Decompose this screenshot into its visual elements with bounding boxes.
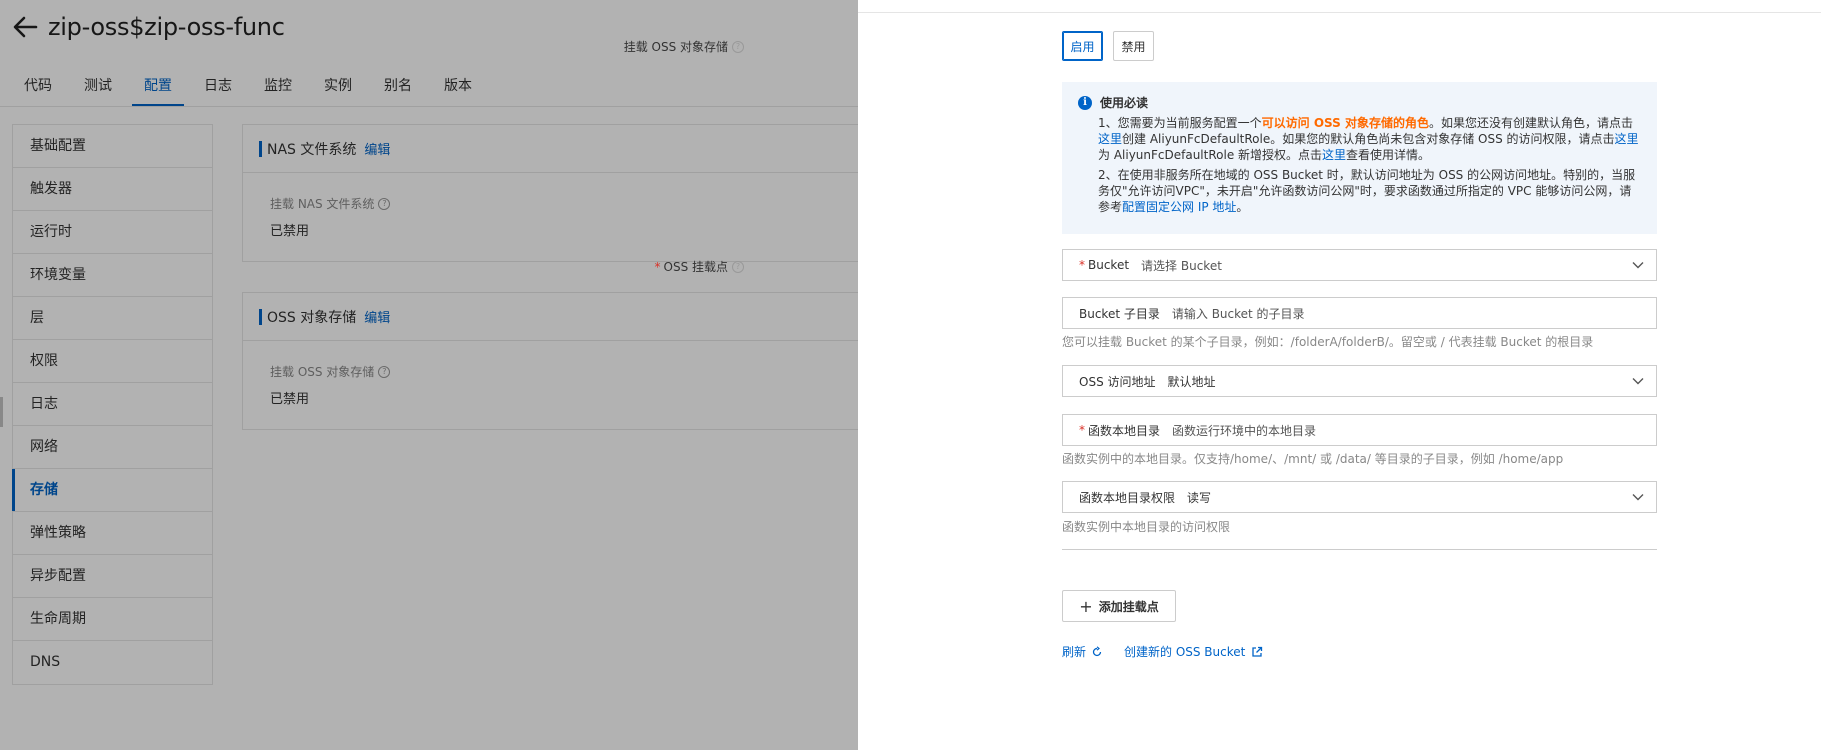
bucket-label: Bucket xyxy=(1088,258,1130,272)
modal-overlay[interactable] xyxy=(0,0,858,750)
info-icon: i xyxy=(1078,95,1092,110)
notice-paragraph-2: 2、在使用非服务所在地域的 OSS Bucket 时，默认访问地址为 OSS 的… xyxy=(1098,167,1641,215)
permission-label: 函数本地目录权限 xyxy=(1079,490,1176,505)
notice-text: 创建 AliyunFcDefaultRole。如果您的默认角色尚未包含对象存储 … xyxy=(1122,132,1615,146)
local-dir-input[interactable]: * 函数本地目录 函数运行环境中的本地目录 xyxy=(1062,414,1657,446)
mount-point-divider xyxy=(1062,549,1657,550)
bucket-subdir-input[interactable]: Bucket 子目录 请输入 Bucket 的子目录 xyxy=(1062,297,1657,329)
mount-oss-label: 挂载 OSS 对象存储 ? xyxy=(624,38,744,55)
mount-point-label: * OSS 挂载点 ? xyxy=(654,258,744,275)
notice-text: 。 xyxy=(1236,200,1249,214)
endpoint-value: 默认地址 xyxy=(1167,374,1216,389)
mount-oss-label-text: 挂载 OSS 对象存储 xyxy=(623,40,728,54)
create-bucket-label: 创建新的 OSS Bucket xyxy=(1124,645,1246,659)
fixed-ip-link[interactable]: 配置固定公网 IP 地址 xyxy=(1122,200,1236,214)
disable-button[interactable]: 禁用 xyxy=(1113,31,1154,61)
refresh-link[interactable]: 刷新 xyxy=(1062,643,1103,660)
bucket-placeholder: 请选择 Bucket xyxy=(1141,258,1222,273)
create-role-link[interactable]: 这里 xyxy=(1098,132,1122,146)
subdir-placeholder: 请输入 Bucket 的子目录 xyxy=(1171,306,1305,321)
refresh-label: 刷新 xyxy=(1062,645,1087,659)
help-icon[interactable]: ? xyxy=(732,260,744,273)
required-asterisk: * xyxy=(654,259,661,274)
notice-header: i 使用必读 xyxy=(1078,94,1641,111)
permission-hint: 函数实例中本地目录的访问权限 xyxy=(1062,520,1231,534)
oss-endpoint-select[interactable]: OSS 访问地址 默认地址 xyxy=(1062,365,1657,397)
plus-icon: + xyxy=(1079,596,1093,616)
function-config-page: zip-oss$zip-oss-func 代码 测试 配置 日志 监控 实例 别… xyxy=(0,0,858,750)
bucket-select[interactable]: * Bucket 请选择 Bucket xyxy=(1062,249,1657,281)
notice-highlight: 可以访问 OSS 对象存储的角色 xyxy=(1261,116,1429,130)
external-link-icon xyxy=(1252,646,1263,657)
chevron-down-icon xyxy=(1632,378,1644,385)
chevron-down-icon xyxy=(1632,262,1644,269)
notice-text: 查看使用详情。 xyxy=(1346,148,1431,162)
help-icon[interactable]: ? xyxy=(732,40,744,53)
grant-auth-link[interactable]: 这里 xyxy=(1615,132,1639,146)
permission-select[interactable]: 函数本地目录权限 读写 xyxy=(1062,481,1657,513)
notice-text: 为 AliyunFcDefaultRole 新增授权。点击 xyxy=(1098,148,1323,162)
required-asterisk: * xyxy=(1079,258,1085,272)
notice-text: 1、您需要为当前服务配置一个 xyxy=(1098,116,1262,130)
local-dir-placeholder: 函数运行环境中的本地目录 xyxy=(1172,423,1317,438)
permission-value: 读写 xyxy=(1187,490,1212,505)
enable-button[interactable]: 启用 xyxy=(1062,31,1103,61)
local-dir-hint: 函数实例中的本地目录。仅支持/home/、/mnt/ 或 /data/ 等目录的… xyxy=(1062,452,1564,466)
usage-details-link[interactable]: 这里 xyxy=(1322,148,1346,162)
usage-notice: i 使用必读 1、您需要为当前服务配置一个可以访问 OSS 对象存储的角色。如果… xyxy=(1062,82,1657,234)
chevron-down-icon xyxy=(1632,494,1644,501)
drawer-divider xyxy=(858,12,1821,13)
notice-text: 。如果您还没有创建默认角色，请点击 xyxy=(1428,116,1633,130)
add-mount-point-label: 添加挂载点 xyxy=(1098,599,1159,614)
notice-paragraph-1: 1、您需要为当前服务配置一个可以访问 OSS 对象存储的角色。如果您还没有创建默… xyxy=(1098,115,1641,163)
local-dir-label: 函数本地目录 xyxy=(1088,423,1161,438)
notice-title: 使用必读 xyxy=(1100,96,1149,110)
scroll-handle[interactable] xyxy=(0,397,3,427)
endpoint-label: OSS 访问地址 xyxy=(1079,374,1156,389)
create-bucket-link[interactable]: 创建新的 OSS Bucket xyxy=(1124,643,1263,660)
refresh-icon xyxy=(1092,645,1102,656)
subdir-label: Bucket 子目录 xyxy=(1079,306,1160,321)
required-asterisk: * xyxy=(1079,423,1085,437)
add-mount-point-button[interactable]: + 添加挂载点 xyxy=(1062,590,1176,622)
subdir-hint: 您可以挂载 Bucket 的某个子目录，例如：/folderA/folderB/… xyxy=(1062,335,1594,349)
mount-point-label-text: OSS 挂载点 xyxy=(663,260,729,274)
